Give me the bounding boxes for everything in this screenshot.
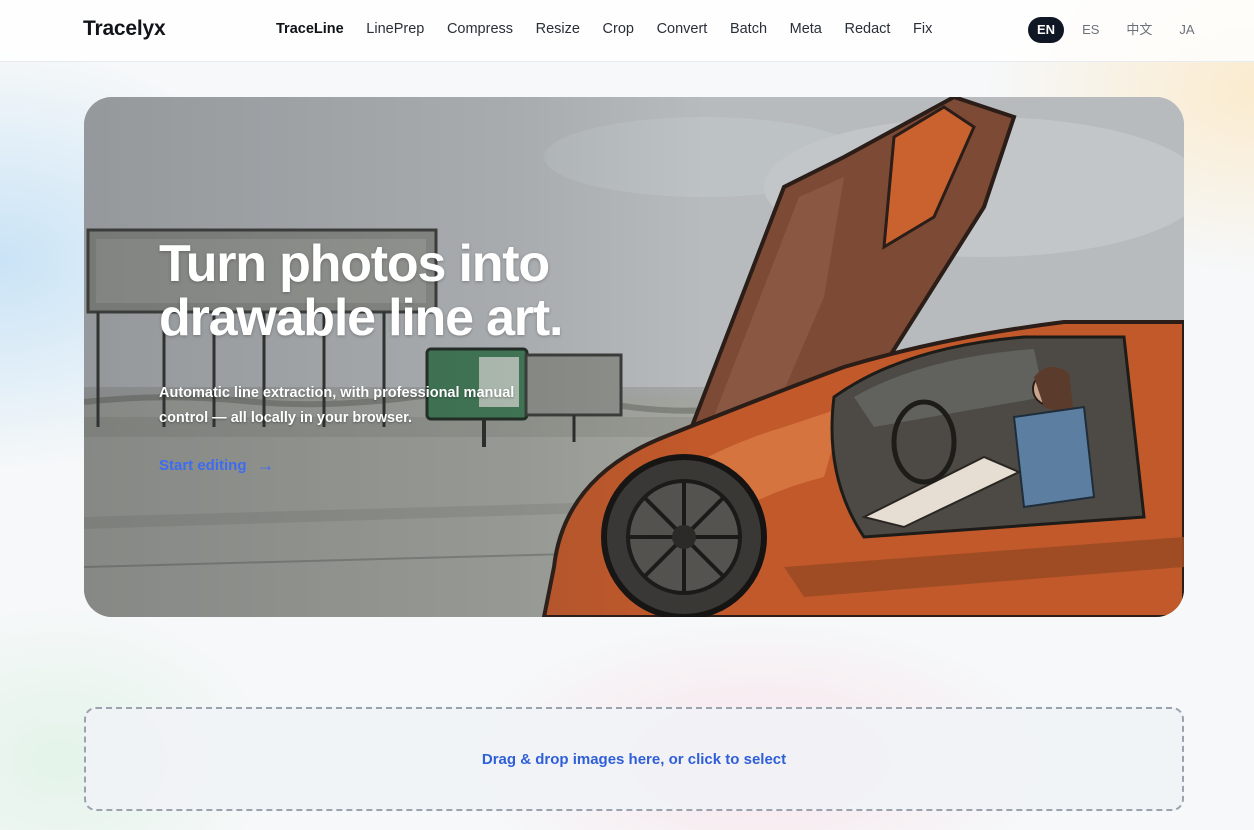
hero-subtitle: Automatic line extraction, with professi… — [159, 381, 539, 431]
start-editing-label: Start editing — [159, 457, 247, 474]
nav-item-redact[interactable]: Redact — [844, 21, 890, 37]
hero-title-line-2: drawable line art. — [159, 289, 563, 347]
tool-nav: TraceLine LinePrep Compress Resize Crop … — [276, 21, 955, 37]
dropzone-label: Drag & drop images here, or click to sel… — [481, 750, 787, 768]
top-navigation-bar: Tracelyx TraceLine LinePrep Compress Res… — [0, 0, 1254, 62]
brand-logo[interactable]: Tracelyx — [83, 17, 166, 41]
hero-subtitle-line-1: Automatic line extraction, with professi… — [159, 385, 515, 401]
nav-item-compress[interactable]: Compress — [447, 21, 513, 37]
arrow-right-icon: → — [256, 455, 275, 475]
nav-item-fix[interactable]: Fix — [913, 21, 932, 37]
lang-ja[interactable]: JA — [1170, 17, 1203, 43]
hero-subtitle-line-2: control — all locally in your browser. — [159, 410, 413, 426]
language-switcher: EN ES 中文 JA — [1028, 17, 1213, 43]
lang-zh[interactable]: 中文 — [1117, 17, 1161, 43]
nav-item-lineprep[interactable]: LinePrep — [366, 21, 424, 37]
nav-item-convert[interactable]: Convert — [657, 21, 708, 37]
hero-banner: Turn photos into drawable line art. Auto… — [84, 97, 1184, 617]
lang-es[interactable]: ES — [1073, 17, 1108, 43]
nav-item-batch[interactable]: Batch — [730, 21, 767, 37]
lang-en[interactable]: EN — [1028, 17, 1065, 43]
nav-item-crop[interactable]: Crop — [603, 21, 634, 37]
nav-item-traceline[interactable]: TraceLine — [276, 21, 344, 37]
hero-text-shade — [84, 97, 704, 617]
hero-title: Turn photos into drawable line art. — [159, 237, 679, 345]
hero-title-line-1: Turn photos into — [159, 235, 550, 293]
nav-item-meta[interactable]: Meta — [790, 21, 822, 37]
nav-item-resize[interactable]: Resize — [536, 21, 580, 37]
start-editing-link[interactable]: Start editing → — [159, 455, 275, 476]
image-dropzone[interactable]: Drag & drop images here, or click to sel… — [84, 707, 1184, 811]
